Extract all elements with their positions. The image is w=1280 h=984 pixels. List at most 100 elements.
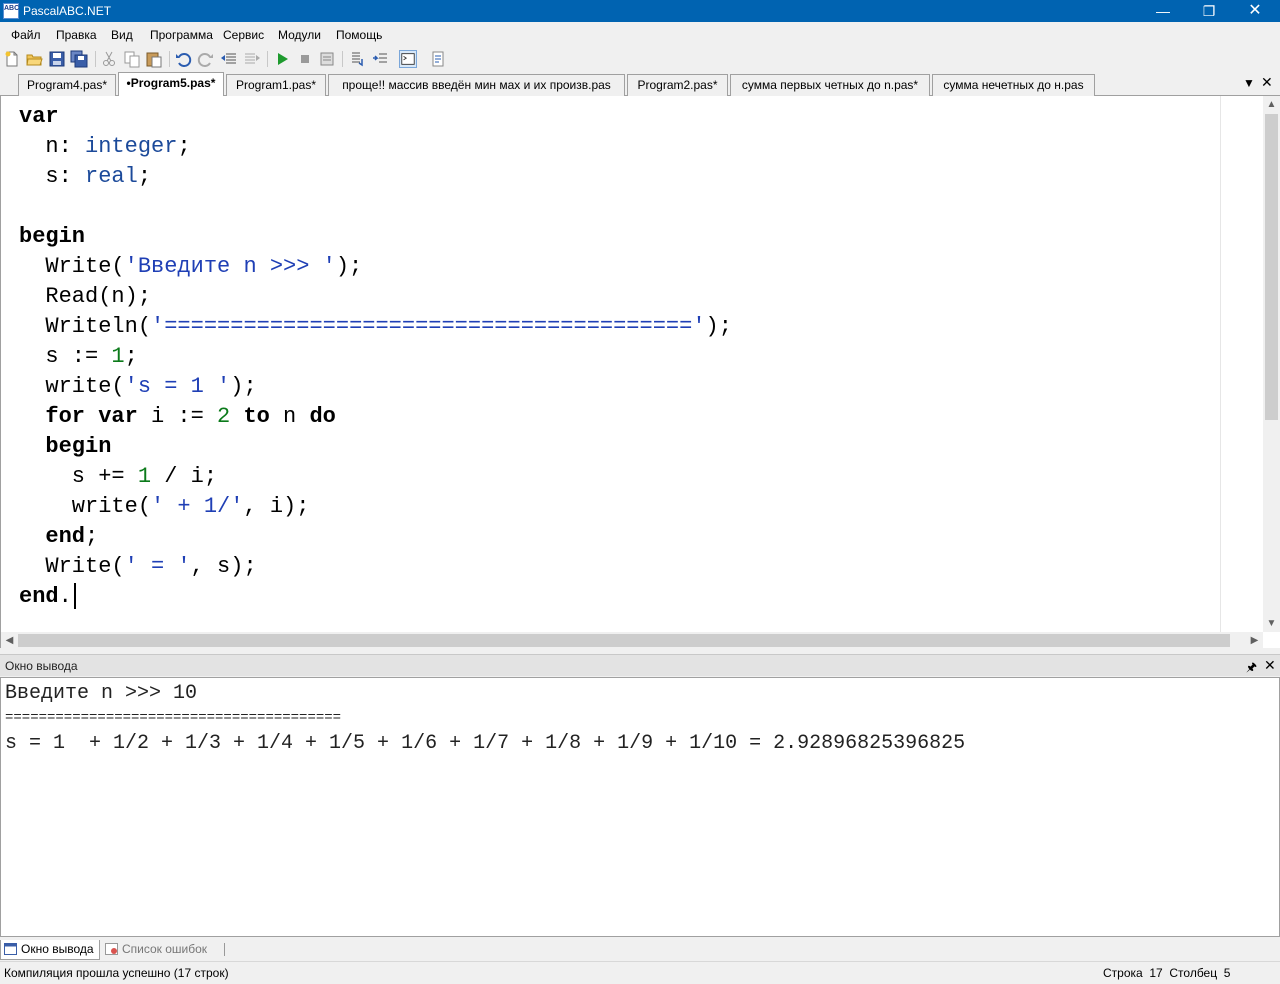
tab-program4[interactable]: Program4.pas* bbox=[18, 74, 116, 96]
code-line[interactable]: write(' + 1/', i); bbox=[19, 492, 732, 522]
code-token: var bbox=[19, 104, 59, 129]
redo-icon[interactable] bbox=[197, 50, 215, 68]
code-token: ' = ' bbox=[124, 554, 191, 579]
code-line[interactable]: s := 1; bbox=[19, 342, 732, 372]
code-token: ' + 1/' bbox=[151, 494, 244, 519]
minimize-button[interactable]: — bbox=[1140, 0, 1186, 22]
code-text[interactable]: var n: integer; s: real; begin Write('Вв… bbox=[19, 102, 732, 612]
output-panel-title: Окно вывода bbox=[5, 659, 78, 673]
tab-program5[interactable]: •Program5.pas* bbox=[118, 72, 224, 97]
output-window[interactable]: Введите n >>> 10 =======================… bbox=[0, 677, 1280, 937]
close-tab-icon[interactable]: ✕ bbox=[1261, 74, 1273, 91]
menu-edit[interactable]: Правка bbox=[56, 28, 97, 42]
unindent-icon[interactable] bbox=[220, 50, 238, 68]
scroll-thumb[interactable] bbox=[1265, 114, 1278, 420]
paste-icon[interactable] bbox=[145, 50, 163, 68]
app-icon: ABC bbox=[3, 3, 19, 19]
tab-list-dropdown-icon[interactable]: ▼ bbox=[1243, 76, 1255, 90]
code-line[interactable]: s += 1 / i; bbox=[19, 462, 732, 492]
scroll-left-icon[interactable]: ◀ bbox=[1, 632, 18, 649]
code-token: Writeln( bbox=[19, 314, 152, 339]
code-token: s := bbox=[19, 344, 112, 369]
step-over-icon[interactable] bbox=[371, 50, 389, 68]
tab-sum-even[interactable]: сумма первых четных до n.pas* bbox=[730, 74, 930, 96]
code-line[interactable]: Read(n); bbox=[19, 282, 732, 312]
code-token: n bbox=[269, 404, 310, 429]
code-token: end bbox=[45, 524, 86, 549]
output-window-toggle-icon[interactable] bbox=[399, 50, 417, 68]
close-panel-icon[interactable]: ✕ bbox=[1264, 657, 1276, 674]
save-icon[interactable] bbox=[48, 50, 66, 68]
cut-icon[interactable] bbox=[100, 50, 118, 68]
tab-program1[interactable]: Program1.pas* bbox=[226, 74, 326, 96]
menu-program[interactable]: Программа bbox=[150, 28, 213, 42]
toolbar-separator bbox=[267, 51, 268, 67]
code-token: 2 bbox=[217, 404, 231, 429]
code-line[interactable]: for var i := 2 to n do bbox=[19, 402, 732, 432]
open-folder-icon[interactable] bbox=[25, 50, 43, 68]
menu-file[interactable]: Файл bbox=[11, 28, 41, 42]
code-token: 1 bbox=[137, 464, 152, 489]
code-editor[interactable]: var n: integer; s: real; begin Write('Вв… bbox=[0, 96, 1280, 649]
code-token: ); bbox=[230, 374, 257, 399]
pin-icon[interactable]: 🖈 bbox=[1246, 658, 1257, 679]
close-window-button[interactable]: ✕ bbox=[1232, 0, 1278, 22]
save-all-icon[interactable] bbox=[70, 50, 88, 68]
status-bar: Компиляция прошла успешно (17 строк) Стр… bbox=[0, 961, 1280, 984]
code-token: integer bbox=[85, 134, 178, 159]
code-token: , s); bbox=[190, 554, 257, 579]
new-file-icon[interactable] bbox=[3, 50, 21, 68]
menu-modules[interactable]: Модули bbox=[278, 28, 321, 42]
code-line[interactable]: Writeln('===============================… bbox=[19, 312, 732, 342]
step-into-icon[interactable] bbox=[348, 50, 366, 68]
code-token: Write( bbox=[19, 254, 125, 279]
code-line[interactable]: end; bbox=[19, 522, 732, 552]
restore-button[interactable]: ❐ bbox=[1186, 0, 1232, 22]
scroll-thumb[interactable] bbox=[18, 634, 1230, 647]
code-line[interactable] bbox=[19, 192, 732, 222]
code-token: s += bbox=[19, 464, 138, 489]
code-token: '=======================================… bbox=[151, 314, 706, 339]
document-settings-icon[interactable] bbox=[429, 50, 447, 68]
menu-service[interactable]: Сервис bbox=[223, 28, 264, 42]
code-line[interactable]: begin bbox=[19, 432, 732, 462]
stop-icon[interactable] bbox=[296, 50, 314, 68]
code-token: n: bbox=[19, 134, 86, 159]
menu-view[interactable]: Вид bbox=[111, 28, 133, 42]
code-line[interactable]: n: integer; bbox=[19, 132, 732, 162]
editor-horizontal-scrollbar[interactable]: ◀ ▶ bbox=[1, 632, 1263, 649]
code-line[interactable]: Write(' = ', s); bbox=[19, 552, 732, 582]
code-token: do bbox=[309, 404, 336, 429]
indent-icon[interactable] bbox=[243, 50, 261, 68]
code-token: . bbox=[58, 584, 72, 609]
code-line[interactable]: end. bbox=[19, 582, 732, 612]
tab-error-list[interactable]: Список ошибок bbox=[102, 940, 222, 960]
scroll-right-icon[interactable]: ▶ bbox=[1246, 632, 1263, 649]
code-line[interactable]: s: real; bbox=[19, 162, 732, 192]
tab-output-window-label: Окно вывода bbox=[21, 942, 94, 956]
scroll-down-icon[interactable]: ▼ bbox=[1263, 615, 1280, 632]
tab-output-window[interactable]: Окно вывода bbox=[0, 940, 100, 960]
copy-icon[interactable] bbox=[123, 50, 141, 68]
code-line[interactable]: var bbox=[19, 102, 732, 132]
code-line[interactable]: write('s = 1 '); bbox=[19, 372, 732, 402]
menu-help[interactable]: Помощь bbox=[336, 28, 382, 42]
status-message: Компиляция прошла успешно (17 строк) bbox=[4, 966, 229, 980]
undo-icon[interactable] bbox=[174, 50, 192, 68]
tab-array-min-max[interactable]: проще!! массив введён мин мах и их произ… bbox=[328, 74, 625, 96]
editor-tabs: Program4.pas* •Program5.pas* Program1.pa… bbox=[0, 72, 1280, 97]
compile-icon[interactable] bbox=[318, 50, 336, 68]
editor-vertical-scrollbar[interactable]: ▲ ▼ bbox=[1263, 96, 1280, 632]
output-line: Введите n >>> 10 bbox=[5, 682, 198, 705]
code-token: , i); bbox=[243, 494, 310, 519]
tab-sum-odd[interactable]: сумма нечетных до н.pas bbox=[932, 74, 1095, 96]
tab-program2[interactable]: Program2.pas* bbox=[627, 74, 728, 96]
code-line[interactable]: begin bbox=[19, 222, 732, 252]
scroll-up-icon[interactable]: ▲ bbox=[1263, 96, 1280, 113]
code-token: 's = 1 ' bbox=[124, 374, 231, 399]
code-line[interactable]: Write('Введите n >>> '); bbox=[19, 252, 732, 282]
run-icon[interactable] bbox=[273, 50, 291, 68]
